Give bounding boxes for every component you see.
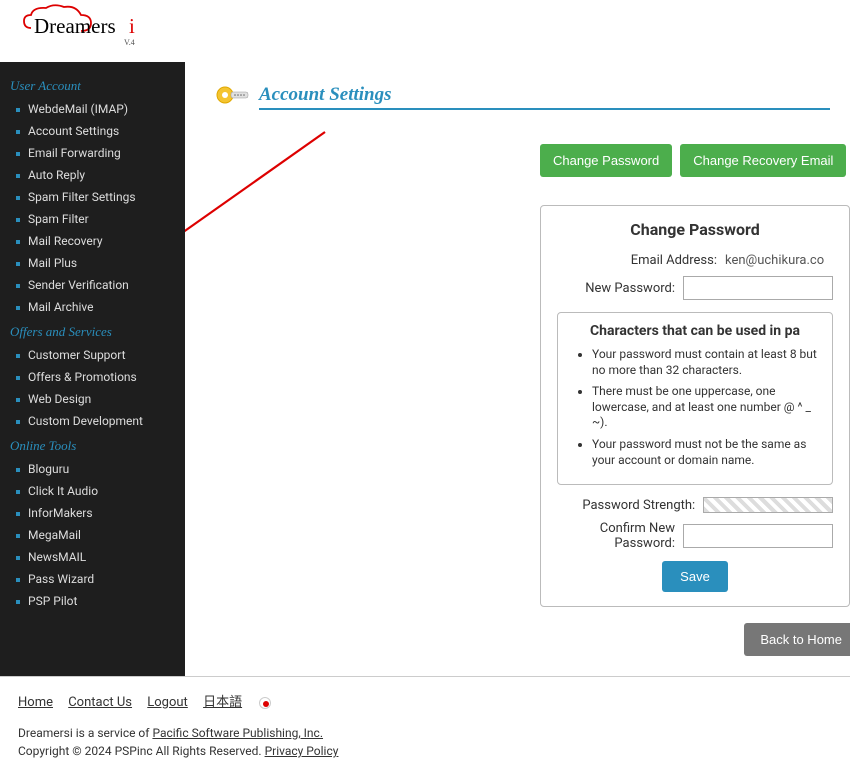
sidebar-item-label: Sender Verification — [28, 278, 129, 292]
sidebar-item-custom-development[interactable]: Custom Development — [0, 410, 185, 432]
sidebar-item-pass-wizard[interactable]: Pass Wizard — [0, 568, 185, 590]
sidebar-item-click-it-audio[interactable]: Click It Audio — [0, 480, 185, 502]
sidebar-item-label: Account Settings — [28, 124, 119, 138]
logo: Dreamers i V.4 — [16, 3, 146, 60]
sidebar-item-offers-promotions[interactable]: Offers & Promotions — [0, 366, 185, 388]
sidebar-section-title: Online Tools — [0, 432, 185, 458]
sidebar-item-megamail[interactable]: MegaMail — [0, 524, 185, 546]
confirm-password-input[interactable] — [683, 524, 833, 548]
action-buttons: Change Password Change Recovery Email Ma… — [215, 144, 850, 177]
sidebar-item-label: NewsMAIL — [28, 550, 86, 564]
password-strength-meter — [703, 497, 833, 513]
header: Dreamers i V.4 — [0, 0, 850, 62]
sidebar-item-informakers[interactable]: InforMakers — [0, 502, 185, 524]
sidebar-item-label: WebdeMail (IMAP) — [28, 102, 128, 116]
change-password-panel: Change Password Email Address: ken@uchik… — [540, 205, 850, 607]
footer-link-japanese[interactable]: 日本語 — [203, 695, 242, 710]
new-password-input[interactable] — [683, 276, 833, 300]
footer-link-home[interactable]: Home — [18, 695, 53, 710]
japan-flag-icon — [259, 697, 271, 709]
back-to-home-button[interactable]: Back to Home — [744, 623, 850, 656]
sidebar-item-label: PSP Pilot — [28, 594, 77, 608]
sidebar-section-title: Offers and Services — [0, 318, 185, 344]
footer-text: Dreamersi is a service of Pacific Softwa… — [18, 724, 832, 760]
sidebar-item-label: Spam Filter — [28, 212, 89, 226]
sidebar-item-label: Web Design — [28, 392, 91, 406]
sidebar-item-psp-pilot[interactable]: PSP Pilot — [0, 590, 185, 612]
sidebar-item-bloguru[interactable]: Bloguru — [0, 458, 185, 480]
rules-title: Characters that can be used in pa — [572, 323, 818, 339]
sidebar-item-spam-filter-settings[interactable]: Spam Filter Settings — [0, 186, 185, 208]
password-rule: There must be one uppercase, one lowerca… — [592, 384, 818, 431]
sidebar-item-label: Spam Filter Settings — [28, 190, 136, 204]
sidebar-item-label: Email Forwarding — [28, 146, 121, 160]
password-rule: Your password must not be the same as yo… — [592, 437, 818, 468]
footer-link-logout[interactable]: Logout — [147, 695, 188, 710]
sidebar: User Account WebdeMail (IMAP) Account Sett… — [0, 62, 185, 676]
footer-link-contact[interactable]: Contact Us — [68, 695, 132, 710]
sidebar-item-label: Click It Audio — [28, 484, 98, 498]
change-recovery-email-button[interactable]: Change Recovery Email — [680, 144, 846, 177]
email-value: ken@uchikura.co — [725, 253, 824, 268]
change-password-button[interactable]: Change Password — [540, 144, 672, 177]
sidebar-item-label: Custom Development — [28, 414, 143, 428]
main-content: Account Settings Change Password Change … — [185, 62, 850, 676]
password-rule: Your password must contain at least 8 bu… — [592, 347, 818, 378]
logo-version: V.4 — [124, 38, 135, 47]
sidebar-item-label: Pass Wizard — [28, 572, 94, 586]
sidebar-item-spam-filter[interactable]: Spam Filter — [0, 208, 185, 230]
footer-privacy-link[interactable]: Privacy Policy — [265, 744, 339, 758]
sidebar-item-auto-reply[interactable]: Auto Reply — [0, 164, 185, 186]
sidebar-item-web-design[interactable]: Web Design — [0, 388, 185, 410]
sidebar-item-label: Bloguru — [28, 462, 69, 476]
confirm-password-label: Confirm New Password: — [557, 521, 683, 551]
new-password-label: New Password: — [557, 281, 683, 296]
svg-text:i: i — [129, 14, 135, 38]
sidebar-item-email-forwarding[interactable]: Email Forwarding — [0, 142, 185, 164]
strength-label: Password Strength: — [557, 498, 703, 513]
footer-links: Home Contact Us Logout 日本語 — [18, 691, 832, 710]
sidebar-item-label: InforMakers — [28, 506, 93, 520]
sidebar-item-label: Customer Support — [28, 348, 126, 362]
sidebar-item-webdemail-imap-[interactable]: WebdeMail (IMAP) — [0, 98, 185, 120]
sidebar-item-label: Auto Reply — [28, 168, 85, 182]
sidebar-item-label: MegaMail — [28, 528, 81, 542]
sidebar-item-newsmail[interactable]: NewsMAIL — [0, 546, 185, 568]
page-title: Account Settings — [259, 84, 830, 110]
panel-title: Change Password — [557, 220, 833, 239]
sidebar-item-sender-verification[interactable]: Sender Verification — [0, 274, 185, 296]
logo-text: Dreamers — [34, 14, 116, 38]
sidebar-section-title: User Account — [0, 72, 185, 98]
sidebar-item-mail-archive[interactable]: Mail Archive — [0, 296, 185, 318]
password-rules-box: Characters that can be used in pa Your p… — [557, 312, 833, 485]
sidebar-item-label: Mail Plus — [28, 256, 77, 270]
sidebar-item-label: Mail Recovery — [28, 234, 103, 248]
key-icon — [215, 80, 251, 114]
footer-psp-link[interactable]: Pacific Software Publishing, Inc. — [152, 726, 323, 740]
sidebar-item-label: Offers & Promotions — [28, 370, 137, 384]
email-label: Email Address: — [557, 253, 725, 268]
sidebar-item-label: Mail Archive — [28, 300, 94, 314]
sidebar-item-mail-plus[interactable]: Mail Plus — [0, 252, 185, 274]
footer: Home Contact Us Logout 日本語 Dreamersi is … — [0, 676, 850, 774]
sidebar-item-account-settings[interactable]: Account Settings — [0, 120, 185, 142]
save-button[interactable]: Save — [662, 561, 728, 592]
sidebar-item-customer-support[interactable]: Customer Support — [0, 344, 185, 366]
sidebar-item-mail-recovery[interactable]: Mail Recovery — [0, 230, 185, 252]
